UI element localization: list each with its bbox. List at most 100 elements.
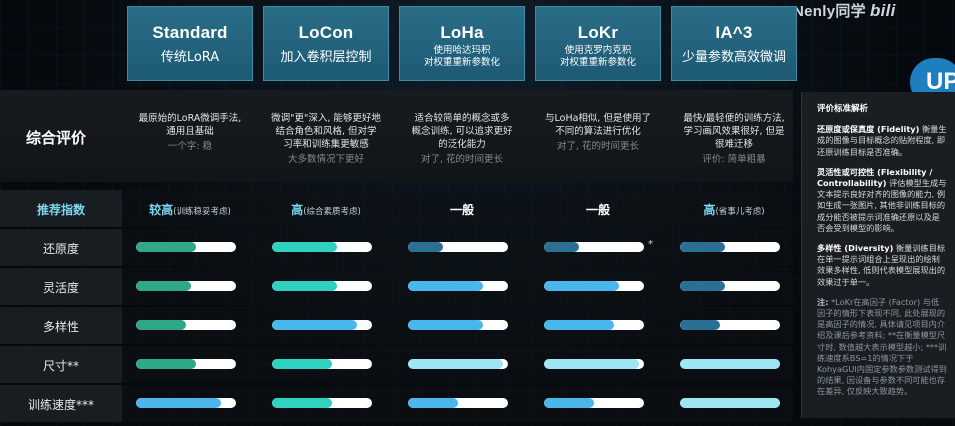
overall-evaluation-cell: 最快/最轻便的训练方法, 学习画风效果很好, 但是 很难迁移评价: 简单粗暴: [666, 112, 802, 166]
rating-bar: [680, 398, 780, 408]
rating-bar-fill: [544, 242, 579, 252]
channel-watermark: Nenly同学 bili: [793, 0, 896, 21]
column-header-loha[interactable]: LoHa 使用哈达玛积 对权重重新参数化: [399, 6, 525, 81]
column-name: LoKr: [577, 23, 619, 42]
recommend-index-value: 一般: [530, 201, 666, 218]
bilibili-logo-icon: bili: [869, 1, 896, 20]
rating-bar: [136, 281, 236, 291]
recommend-reason: (省事儿考虑): [715, 207, 765, 217]
column-name: LoHa: [440, 23, 484, 42]
rating-bar-fill: [408, 320, 483, 330]
recommend-level: 一般: [449, 203, 474, 217]
footnote-text: *LoKr在高因子 (Factor) 与低因子的情形下表现不同, 此处展现的是高…: [817, 296, 947, 397]
criteria-item: 还原度或保真度 (Fidelity) 衡量生成的图像与目标概念的贴附程度, 即还…: [817, 124, 947, 158]
rating-bar: [136, 398, 236, 408]
column-header-ia3[interactable]: IA^3 少量参数高效微调: [671, 6, 797, 81]
rating-bar: [408, 242, 508, 252]
recommend-level: 高: [291, 203, 304, 217]
evaluation-note: 大多数情况下更好: [287, 154, 364, 165]
rating-bar-fill: [544, 281, 619, 291]
recommend-index-value: 高(省事儿考虑): [666, 201, 802, 218]
rating-bar: [544, 359, 644, 369]
rating-bar-fill: [680, 359, 780, 369]
rating-bar: [272, 359, 372, 369]
rating-bar-fill: [272, 359, 332, 369]
evaluation-note: 对了, 花的时间更长: [556, 141, 640, 152]
column-subtitle: 传统LoRA: [160, 50, 220, 65]
recommend-reason: (综合素质考虑): [303, 207, 361, 217]
criteria-explanation-panel: 评价标准解析 还原度或保真度 (Fidelity) 衡量生成的图像与目标概念的贴…: [801, 92, 955, 418]
recommend-reason: (训练稳妥考虑): [173, 207, 231, 217]
rating-bar: [544, 320, 644, 330]
criteria-term: 多样性 (Diversity): [817, 243, 894, 254]
metric-label: 训练速度***: [0, 385, 122, 422]
rating-bar-fill: [272, 281, 337, 291]
rating-bar-fill: [272, 242, 337, 252]
rating-bar-fill: [680, 398, 780, 408]
rating-bar-fill: [272, 398, 332, 408]
rating-bar: [680, 281, 780, 291]
column-subtitle: 少量参数高效微调: [681, 50, 786, 65]
rating-bar: [408, 281, 508, 291]
column-header-standard[interactable]: Standard 传统LoRA: [127, 6, 253, 81]
rating-bar: [136, 359, 236, 369]
rating-bar: [408, 398, 508, 408]
recommend-level: 较高: [149, 203, 174, 217]
rating-bar-fill: [680, 320, 720, 330]
rating-bar: [272, 398, 372, 408]
rating-bar-fill: [408, 242, 443, 252]
evaluation-text: 最快/最轻便的训练方法, 学习画风效果很好, 但是 很难迁移: [683, 113, 785, 150]
criteria-item: 多样性 (Diversity) 衡量训练目标在单一提示词组合上呈现出的绘制效果多…: [817, 243, 947, 288]
rating-bar-fill: [136, 320, 186, 330]
rating-bar: [272, 242, 372, 252]
column-header-locon[interactable]: LoCon 加入卷积层控制: [263, 6, 389, 81]
overall-evaluation-cell: 最原始的LoRA微调手法, 通用且基础一个字: 稳: [122, 112, 258, 153]
watermark-text: Nenly同学: [793, 3, 866, 20]
rating-bar-fill: [544, 359, 639, 369]
rating-bar: [680, 242, 780, 252]
evaluation-note: 评价: 简单粗暴: [702, 154, 766, 165]
column-name: LoCon: [298, 23, 354, 42]
column-subtitle: 使用克罗内克积 对权重重新参数化: [559, 45, 636, 68]
rating-bar: [136, 320, 236, 330]
rating-bar-fill: [680, 242, 725, 252]
metric-label: 多样性: [0, 307, 122, 344]
rating-bar: [680, 320, 780, 330]
rating-bar: [680, 359, 780, 369]
rating-bar: [544, 398, 644, 408]
overall-evaluation-label: 综合评价: [26, 129, 87, 147]
recommend-level: 高: [703, 203, 716, 217]
evaluation-text: 最原始的LoRA微调手法, 通用且基础: [138, 113, 242, 137]
rating-bar-fill: [408, 398, 458, 408]
criteria-item: 灵活性或可控性 (Flexibility / Controllability) …: [817, 167, 947, 234]
rating-bar-fill: [680, 281, 725, 291]
footnote-label: 注:: [817, 296, 829, 307]
recommend-level: 一般: [585, 203, 610, 217]
column-subtitle: 加入卷积层控制: [280, 50, 372, 65]
evaluation-note: 一个字: 稳: [167, 141, 213, 152]
rating-bar-fill: [136, 242, 196, 252]
column-name: IA^3: [715, 23, 753, 42]
column-subtitle: 使用哈达玛积 对权重重新参数化: [423, 45, 500, 68]
rating-bar: [408, 359, 508, 369]
criteria-footnote: 注: *LoKr在高因子 (Factor) 与低因子的情形下表现不同, 此处展现…: [817, 297, 947, 398]
lokr-note-marker: *: [648, 239, 653, 250]
metric-label: 灵活度: [0, 268, 122, 305]
overall-evaluation-cell: 适合较简单的概念或多 概念训练, 可以追求更好 的泛化能力 对了, 花的时间更长: [394, 112, 530, 166]
rating-bar-fill: [136, 281, 191, 291]
criteria-title: 评价标准解析: [817, 104, 869, 114]
rating-bar-fill: [544, 320, 614, 330]
rating-bar: [136, 242, 236, 252]
rating-bar: [272, 320, 372, 330]
evaluation-note: 对了, 花的时间更长: [420, 154, 504, 165]
metric-label: 还原度: [0, 229, 122, 266]
rating-bar-fill: [272, 320, 357, 330]
rating-bar: [272, 281, 372, 291]
criteria-term: 还原度或保真度 (Fidelity): [817, 124, 920, 135]
column-header-lokr[interactable]: LoKr 使用克罗内克积 对权重重新参数化: [535, 6, 661, 81]
rating-bar: [408, 320, 508, 330]
rating-bar-fill: [408, 359, 503, 369]
recommend-index-label: 推荐指数: [0, 190, 122, 227]
overall-evaluation-cell: 与LoHa相似, 但是使用了 不同的算法进行优化 对了, 花的时间更长: [530, 112, 666, 153]
evaluation-text: 微调"更"深入, 能够更好地 结合角色和风格, 但对学 习率和训练集更敏感: [271, 113, 381, 150]
